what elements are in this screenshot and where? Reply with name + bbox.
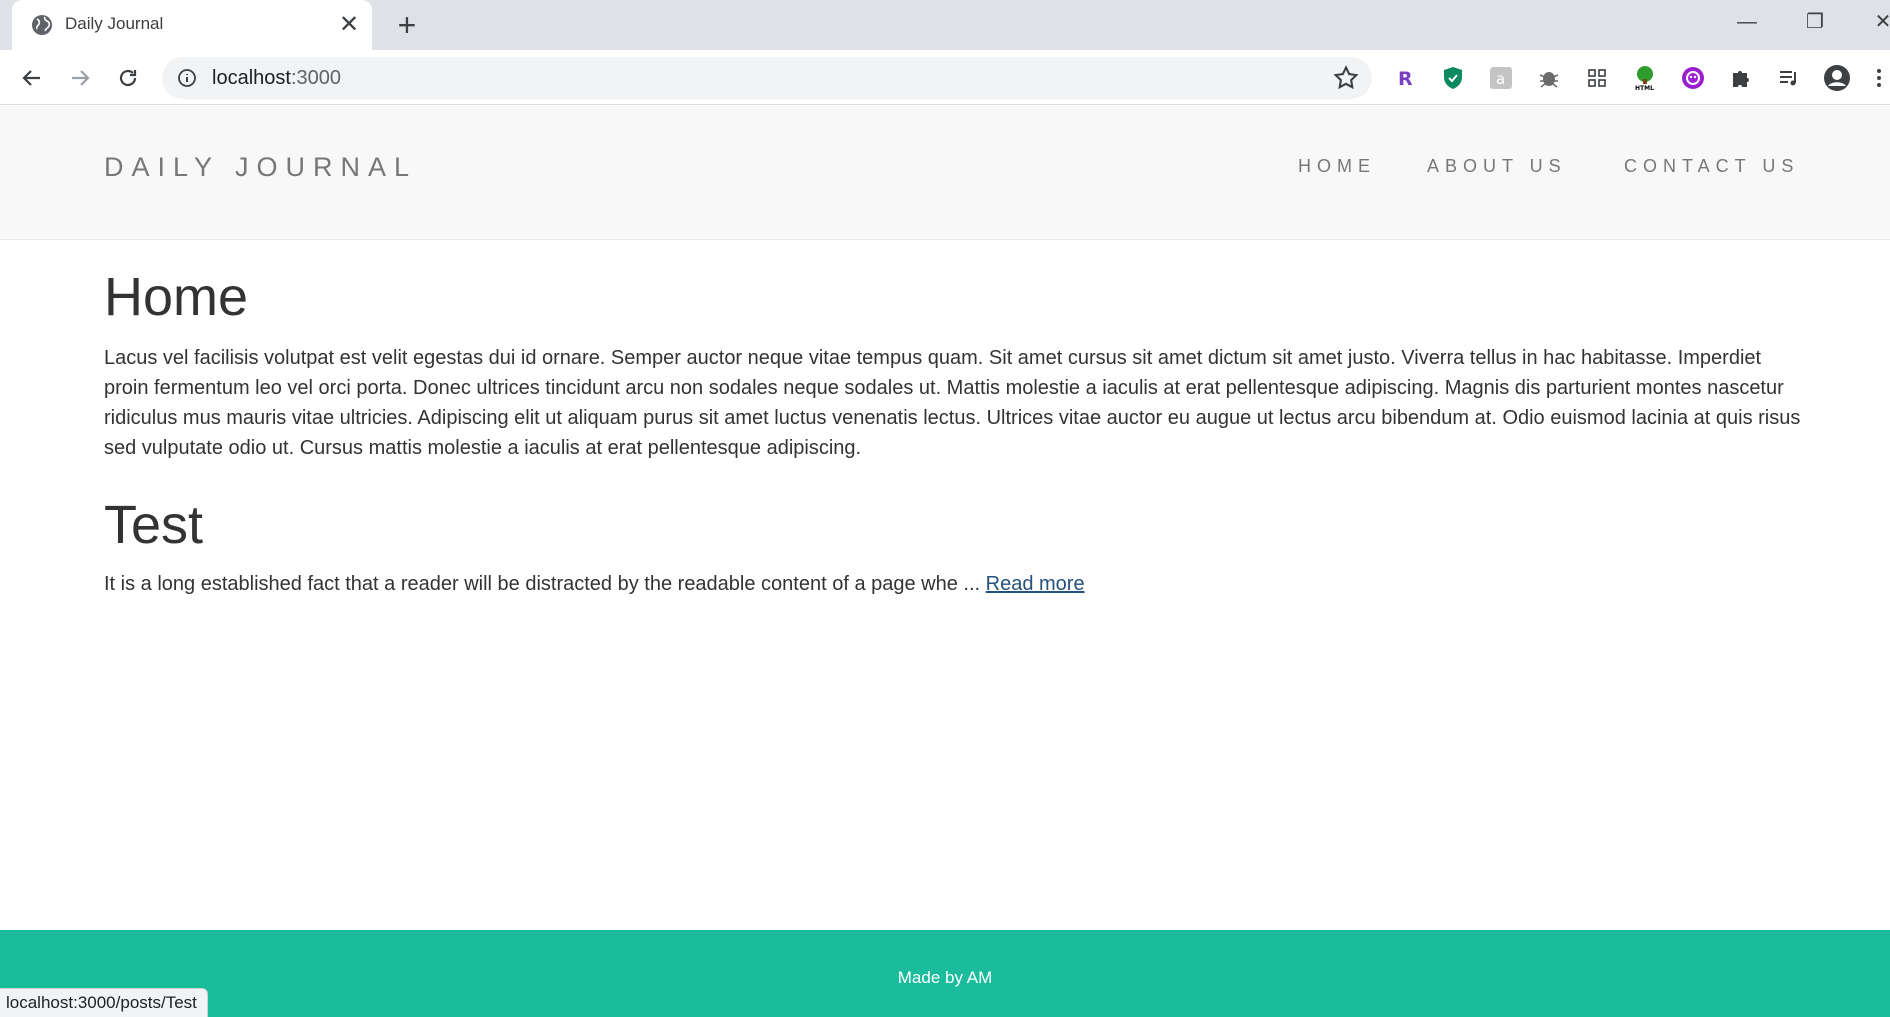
address-bar[interactable]: localhost:3000 [162, 57, 1372, 99]
site-brand[interactable]: DAILY JOURNAL [104, 152, 417, 183]
shield-icon[interactable] [1439, 64, 1467, 92]
grid-icon[interactable] [1583, 64, 1611, 92]
profile-icon[interactable] [1823, 64, 1851, 92]
intro-paragraph: Lacus vel facilisis volutpat est velit e… [104, 347, 1801, 459]
globe-icon [32, 15, 52, 35]
window-close-button[interactable]: ✕ [1858, 6, 1890, 38]
forward-arrow-icon [72, 70, 90, 86]
url-text: localhost:3000 [212, 67, 341, 90]
html-tree-icon[interactable]: HTML [1631, 64, 1659, 92]
nav-contact-us[interactable]: CONTACT US [1624, 156, 1799, 177]
kebab-menu-icon[interactable] [1869, 64, 1889, 92]
post: Test It is a long established fact that … [104, 493, 1804, 599]
page-title: Home [104, 267, 249, 327]
nav-home[interactable]: HOME [1298, 156, 1376, 177]
bug-icon[interactable] [1535, 64, 1563, 92]
puzzle-gray-icon[interactable]: a [1487, 64, 1515, 92]
browser-tab[interactable]: Daily Journal ✕ [12, 0, 372, 50]
bookmark-star-icon[interactable] [1332, 64, 1360, 92]
back-button[interactable] [14, 60, 50, 96]
nav-about-us[interactable]: ABOUT US [1427, 156, 1567, 177]
info-icon[interactable] [177, 68, 197, 88]
url-host: localhost [212, 67, 291, 89]
tab-title: Daily Journal [65, 14, 164, 33]
svg-text:a: a [1496, 70, 1505, 88]
browser-tab-strip: Daily Journal ✕ + — ❐ ✕ [0, 0, 1890, 50]
minimize-button[interactable]: — [1722, 6, 1772, 38]
post-title: Test [104, 495, 204, 555]
site-footer: Made by AM [0, 930, 1890, 1017]
main-content: Home Lacus vel facilisis volutpat est ve… [104, 265, 1804, 599]
post-excerpt: It is a long established fact that a rea… [104, 569, 1804, 599]
reload-icon [119, 69, 137, 87]
restore-button[interactable]: ❐ [1790, 6, 1840, 38]
tab-close-icon[interactable]: ✕ [336, 12, 362, 38]
svg-text:R: R [1398, 68, 1413, 89]
footer-text: Made by AM [897, 968, 993, 987]
forward-button[interactable] [62, 60, 98, 96]
back-arrow-icon [22, 70, 40, 86]
read-more-link[interactable]: Read more [986, 573, 1085, 595]
extensions-puzzle-icon[interactable] [1727, 64, 1755, 92]
purple-circle-icon[interactable] [1679, 64, 1707, 92]
browser-toolbar: localhost:3000 R a HTML [0, 50, 1890, 105]
url-port: :3000 [290, 67, 341, 89]
status-url-bubble: localhost:3000/posts/Test [0, 988, 208, 1017]
post-excerpt-text: It is a long established fact that a rea… [104, 573, 986, 595]
r-extension-icon[interactable]: R [1391, 64, 1419, 92]
media-queue-icon[interactable] [1775, 64, 1803, 92]
new-tab-button[interactable]: + [390, 8, 424, 42]
svg-text:HTML: HTML [1635, 85, 1654, 91]
site-navbar: DAILY JOURNAL HOME ABOUT US CONTACT US [0, 106, 1890, 240]
reload-button[interactable] [110, 60, 146, 96]
